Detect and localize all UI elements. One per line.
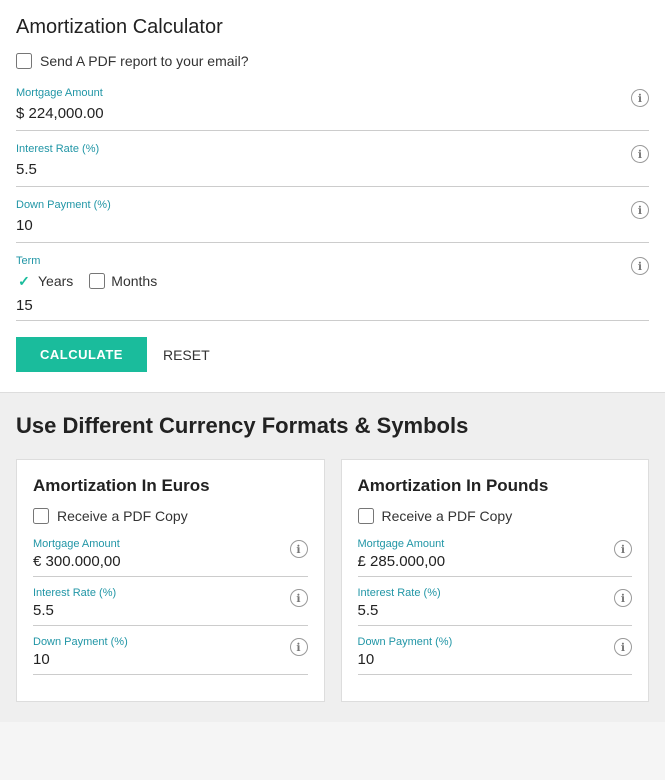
term-years-label: Years xyxy=(38,273,73,289)
term-options: ✓ Years Months xyxy=(16,273,649,289)
euros-down-payment-info-icon[interactable]: ℹ xyxy=(290,638,308,656)
euros-card: Amortization In Euros Receive a PDF Copy… xyxy=(16,459,325,702)
pounds-mortgage-value: £ 285.000,00 xyxy=(358,553,633,570)
pounds-interest-label: Interest Rate (%) xyxy=(358,587,633,599)
reset-button[interactable]: RESET xyxy=(163,347,210,363)
euros-down-payment-label: Down Payment (%) xyxy=(33,636,308,648)
euros-interest-field: Interest Rate (%) 5.5 ℹ xyxy=(33,587,308,626)
pounds-pdf-row: Receive a PDF Copy xyxy=(358,508,633,524)
pdf-checkbox[interactable] xyxy=(16,53,32,69)
currency-section-title: Use Different Currency Formats & Symbols xyxy=(16,413,649,439)
euros-mortgage-value: € 300.000,00 xyxy=(33,553,308,570)
pounds-card: Amortization In Pounds Receive a PDF Cop… xyxy=(341,459,650,702)
term-months-label: Months xyxy=(111,273,157,289)
pounds-down-payment-value: 10 xyxy=(358,651,633,668)
pounds-mortgage-field: Mortgage Amount £ 285.000,00 ℹ xyxy=(358,538,633,577)
interest-rate-info-icon[interactable]: ℹ xyxy=(631,145,649,163)
pounds-down-payment-field: Down Payment (%) 10 ℹ xyxy=(358,636,633,675)
term-months-checkbox[interactable] xyxy=(89,273,105,289)
euros-down-payment-field: Down Payment (%) 10 ℹ xyxy=(33,636,308,675)
down-payment-value: 10 xyxy=(16,215,649,236)
mortgage-amount-label: Mortgage Amount xyxy=(16,87,649,99)
term-field: Term ✓ Years Months 15 ℹ xyxy=(16,255,649,321)
pounds-down-payment-info-icon[interactable]: ℹ xyxy=(614,638,632,656)
cards-row: Amortization In Euros Receive a PDF Copy… xyxy=(16,459,649,702)
euros-interest-info-icon[interactable]: ℹ xyxy=(290,589,308,607)
calculate-button[interactable]: CALCULATE xyxy=(16,337,147,372)
interest-rate-field: Interest Rate (%) 5.5 ℹ xyxy=(16,143,649,187)
years-checkmark-icon: ✓ xyxy=(16,273,32,289)
pounds-interest-field: Interest Rate (%) 5.5 ℹ xyxy=(358,587,633,626)
euros-card-title: Amortization In Euros xyxy=(33,476,308,496)
term-months-option: Months xyxy=(89,273,157,289)
page-title: Amortization Calculator xyxy=(16,16,649,39)
top-calculator-section: Amortization Calculator Send A PDF repor… xyxy=(0,0,665,393)
pdf-label: Send A PDF report to your email? xyxy=(40,53,249,69)
pounds-pdf-checkbox[interactable] xyxy=(358,508,374,524)
term-years-option: ✓ Years xyxy=(16,273,73,289)
down-payment-field: Down Payment (%) 10 ℹ xyxy=(16,199,649,243)
mortgage-amount-info-icon[interactable]: ℹ xyxy=(631,89,649,107)
pdf-row: Send A PDF report to your email? xyxy=(16,53,649,69)
pounds-interest-info-icon[interactable]: ℹ xyxy=(614,589,632,607)
term-value: 15 xyxy=(16,297,649,314)
euros-interest-label: Interest Rate (%) xyxy=(33,587,308,599)
mortgage-amount-field: Mortgage Amount $ 224,000.00 ℹ xyxy=(16,87,649,131)
euros-pdf-checkbox[interactable] xyxy=(33,508,49,524)
euros-pdf-label: Receive a PDF Copy xyxy=(57,508,188,524)
term-label: Term xyxy=(16,255,649,267)
euros-mortgage-info-icon[interactable]: ℹ xyxy=(290,540,308,558)
euros-mortgage-label: Mortgage Amount xyxy=(33,538,308,550)
pounds-pdf-label: Receive a PDF Copy xyxy=(382,508,513,524)
buttons-row: CALCULATE RESET xyxy=(16,337,649,372)
euros-mortgage-field: Mortgage Amount € 300.000,00 ℹ xyxy=(33,538,308,577)
down-payment-label: Down Payment (%) xyxy=(16,199,649,211)
euros-interest-value: 5.5 xyxy=(33,602,308,619)
euros-pdf-row: Receive a PDF Copy xyxy=(33,508,308,524)
down-payment-info-icon[interactable]: ℹ xyxy=(631,201,649,219)
term-info-icon[interactable]: ℹ xyxy=(631,257,649,275)
currency-section: Use Different Currency Formats & Symbols… xyxy=(0,393,665,722)
euros-down-payment-value: 10 xyxy=(33,651,308,668)
pounds-mortgage-label: Mortgage Amount xyxy=(358,538,633,550)
pounds-mortgage-info-icon[interactable]: ℹ xyxy=(614,540,632,558)
interest-rate-value: 5.5 xyxy=(16,159,649,180)
pounds-card-title: Amortization In Pounds xyxy=(358,476,633,496)
interest-rate-label: Interest Rate (%) xyxy=(16,143,649,155)
pounds-interest-value: 5.5 xyxy=(358,602,633,619)
pounds-down-payment-label: Down Payment (%) xyxy=(358,636,633,648)
mortgage-amount-value: $ 224,000.00 xyxy=(16,103,649,124)
